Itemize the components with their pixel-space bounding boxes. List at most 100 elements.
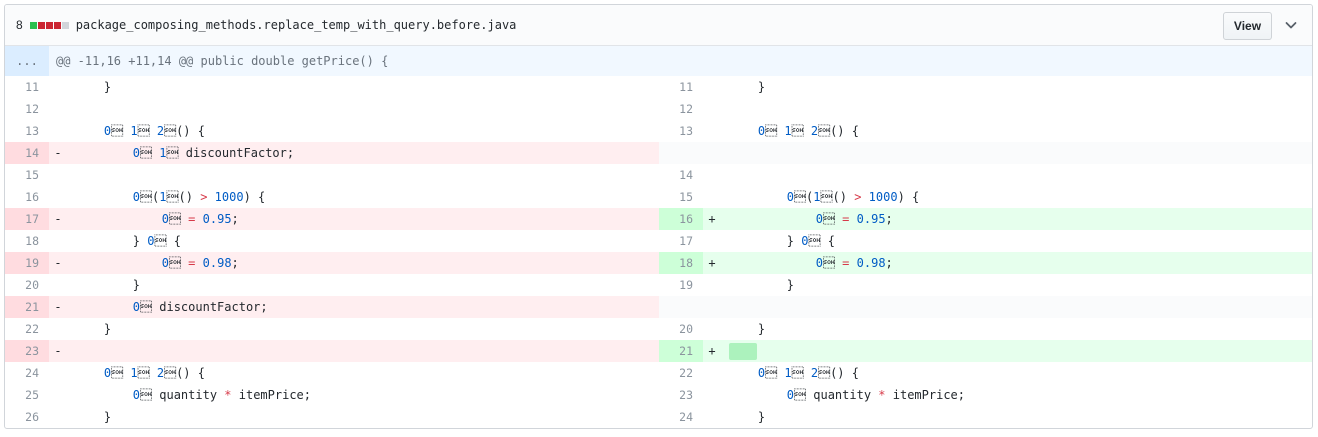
code-text: 0 = 0.95; xyxy=(815,212,893,226)
added-line: 16 + 0 = 0.95; xyxy=(659,208,1312,230)
code-text: } xyxy=(75,322,112,336)
context-line: 11 } xyxy=(659,76,1312,98)
line-number[interactable]: 14 xyxy=(5,142,49,164)
context-line: 24 } xyxy=(659,406,1312,428)
context-line: 15 xyxy=(5,164,659,186)
code-text xyxy=(721,340,1312,362)
diff-marker: - xyxy=(54,256,62,270)
context-line: 16 0(1() > 1000) { xyxy=(5,186,659,208)
line-number[interactable]: 19 xyxy=(659,274,703,296)
code-text: } xyxy=(729,80,766,94)
context-line: 11 } xyxy=(5,76,659,98)
code-text: 0 quantity * itemPrice; xyxy=(786,388,965,402)
line-number[interactable]: 17 xyxy=(5,208,49,230)
code-text: } xyxy=(75,278,141,292)
context-line: 12 xyxy=(5,98,659,120)
context-line: 26 } xyxy=(5,406,659,428)
context-line: 14 xyxy=(659,164,1312,186)
code-text: 0 = 0.98; xyxy=(161,256,239,270)
code-text: } 0 { xyxy=(729,234,835,248)
line-number[interactable]: 15 xyxy=(659,186,703,208)
line-number[interactable]: 23 xyxy=(5,340,49,362)
context-line: 20 } xyxy=(5,274,659,296)
diff-marker xyxy=(49,274,67,296)
diff-marker: - xyxy=(54,146,62,160)
view-button[interactable]: View xyxy=(1223,12,1272,40)
code-text: } xyxy=(75,80,112,94)
line-number[interactable]: 23 xyxy=(659,384,703,406)
code-text: } 0 { xyxy=(75,234,181,248)
code-text: 0(1() > 1000) { xyxy=(786,190,920,204)
line-number[interactable] xyxy=(659,296,703,318)
line-number[interactable]: 17 xyxy=(659,230,703,252)
diff-side-old: 11 } 12 13 0 1 2() {14- 0 1 discountF… xyxy=(5,76,659,428)
line-number[interactable]: 21 xyxy=(5,296,49,318)
diff-marker xyxy=(703,362,721,384)
line-number[interactable]: 20 xyxy=(659,318,703,340)
line-number[interactable]: 14 xyxy=(659,164,703,186)
line-number[interactable]: 16 xyxy=(659,208,703,230)
context-line: 22 0 1 2() { xyxy=(659,362,1312,384)
diffstat-block xyxy=(61,21,69,29)
line-number[interactable]: 24 xyxy=(659,406,703,428)
context-line: 19 } xyxy=(659,274,1312,296)
context-line: 25 0 quantity * itemPrice; xyxy=(5,384,659,406)
diffstat-block xyxy=(45,21,53,29)
file-header: 8 package_composing_methods.replace_temp… xyxy=(5,5,1312,46)
code-text: 0 discountFactor; xyxy=(132,300,268,314)
line-number[interactable]: 20 xyxy=(5,274,49,296)
diff-marker xyxy=(49,98,67,120)
expand-hunk-button[interactable]: ... xyxy=(5,46,49,76)
line-number[interactable]: 11 xyxy=(659,76,703,98)
empty-line xyxy=(659,142,1312,164)
code-text: 0 1 2() { xyxy=(757,124,859,138)
chevron-down-icon[interactable] xyxy=(1283,17,1299,33)
diffstat-block xyxy=(53,21,61,29)
code-text: 0 quantity * itemPrice; xyxy=(132,388,311,402)
line-number[interactable]: 11 xyxy=(5,76,49,98)
diff-marker: + xyxy=(708,256,716,270)
code-text: 0 1 discountFactor; xyxy=(132,146,295,160)
diff-marker xyxy=(49,164,67,186)
line-number[interactable]: 25 xyxy=(5,384,49,406)
diff-marker xyxy=(703,120,721,142)
diffstat-block xyxy=(29,21,37,29)
line-number[interactable]: 22 xyxy=(659,362,703,384)
code-text: 0 1 2() { xyxy=(103,366,205,380)
line-number[interactable] xyxy=(659,142,703,164)
hunk-header-row: ... @@ -11,16 +11,14 @@ public double ge… xyxy=(5,46,1312,76)
line-number[interactable]: 24 xyxy=(5,362,49,384)
line-number[interactable]: 22 xyxy=(5,318,49,340)
changes-count: 8 xyxy=(16,18,23,32)
line-number[interactable]: 21 xyxy=(659,340,703,362)
code-text: } xyxy=(729,278,795,292)
diff-file: 8 package_composing_methods.replace_temp… xyxy=(4,4,1313,429)
line-number[interactable]: 13 xyxy=(659,120,703,142)
line-number[interactable]: 12 xyxy=(659,98,703,120)
line-number[interactable]: 15 xyxy=(5,164,49,186)
diffstat-block xyxy=(37,21,45,29)
context-line: 13 0 1 2() { xyxy=(659,120,1312,142)
diff-marker xyxy=(703,318,721,340)
context-line: 13 0 1 2() { xyxy=(5,120,659,142)
context-line: 12 xyxy=(659,98,1312,120)
deleted-line: 23- xyxy=(5,340,659,362)
file-name-link[interactable]: package_composing_methods.replace_temp_w… xyxy=(76,18,517,32)
line-number[interactable]: 19 xyxy=(5,252,49,274)
context-line: 18 } 0 { xyxy=(5,230,659,252)
line-number[interactable]: 18 xyxy=(659,252,703,274)
diff-marker xyxy=(703,384,721,406)
diff-marker xyxy=(703,98,721,120)
deleted-line: 14- 0 1 discountFactor; xyxy=(5,142,659,164)
line-number[interactable]: 18 xyxy=(5,230,49,252)
line-number[interactable]: 13 xyxy=(5,120,49,142)
diff-marker xyxy=(49,318,67,340)
line-number[interactable]: 12 xyxy=(5,98,49,120)
line-number[interactable]: 26 xyxy=(5,406,49,428)
line-number[interactable]: 16 xyxy=(5,186,49,208)
